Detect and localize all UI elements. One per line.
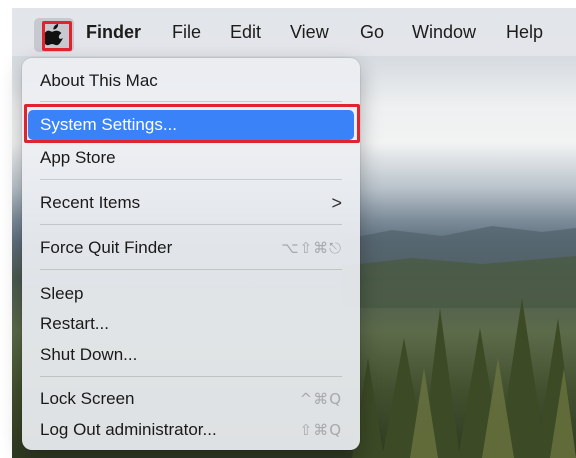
menu-separator [40, 101, 342, 102]
menu-item-app-store[interactable]: App Store [28, 143, 354, 173]
menu-item-shut-down[interactable]: Shut Down... [28, 340, 354, 370]
menu-separator [40, 224, 342, 225]
menu-item-sleep[interactable]: Sleep [28, 279, 354, 309]
menu-item-recent-items[interactable]: Recent Items > [28, 188, 354, 218]
menu-item-label: App Store [40, 148, 116, 167]
chevron-right-icon: > [331, 192, 342, 213]
menu-item-label: Recent Items [40, 193, 141, 212]
keyboard-shortcut: ⌥⇧⌘⎋ [281, 239, 342, 257]
menu-separator [40, 179, 342, 180]
apple-menu-dropdown: About This Mac System Settings... App St… [22, 58, 360, 450]
menu-item-label: Sleep [40, 284, 84, 303]
menubar-go[interactable]: Go [360, 21, 384, 43]
system-settings-highlight-box [24, 104, 360, 143]
menu-item-label: Log Out administrator... [40, 420, 217, 439]
menu-item-label: Force Quit Finder [40, 238, 173, 257]
menu-separator [40, 269, 342, 270]
keyboard-shortcut: ⇧⌘Q [299, 421, 342, 439]
menu-item-restart[interactable]: Restart... [28, 309, 354, 339]
apple-menu-highlight-box [42, 21, 72, 51]
menu-item-lock-screen[interactable]: Lock Screen ^⌘Q [28, 384, 354, 414]
menubar-finder[interactable]: Finder [86, 21, 141, 43]
menu-separator [40, 376, 342, 377]
menu-item-label: Lock Screen [40, 389, 135, 408]
menubar-help[interactable]: Help [506, 21, 543, 43]
menubar-window[interactable]: Window [412, 21, 476, 43]
menu-bar: Finder File Edit View Go Window Help [12, 8, 576, 56]
keyboard-shortcut: ^⌘Q [299, 390, 342, 408]
menu-item-log-out[interactable]: Log Out administrator... ⇧⌘Q [28, 415, 354, 445]
menubar-view[interactable]: View [290, 21, 329, 43]
menu-item-label: Shut Down... [40, 345, 138, 364]
menu-item-label: About This Mac [40, 71, 158, 90]
menu-item-force-quit[interactable]: Force Quit Finder ⌥⇧⌘⎋ [28, 233, 354, 263]
menubar-file[interactable]: File [172, 21, 201, 43]
menu-item-label: Restart... [40, 314, 109, 333]
menubar-edit[interactable]: Edit [230, 21, 261, 43]
menu-item-about-this-mac[interactable]: About This Mac [28, 66, 354, 96]
